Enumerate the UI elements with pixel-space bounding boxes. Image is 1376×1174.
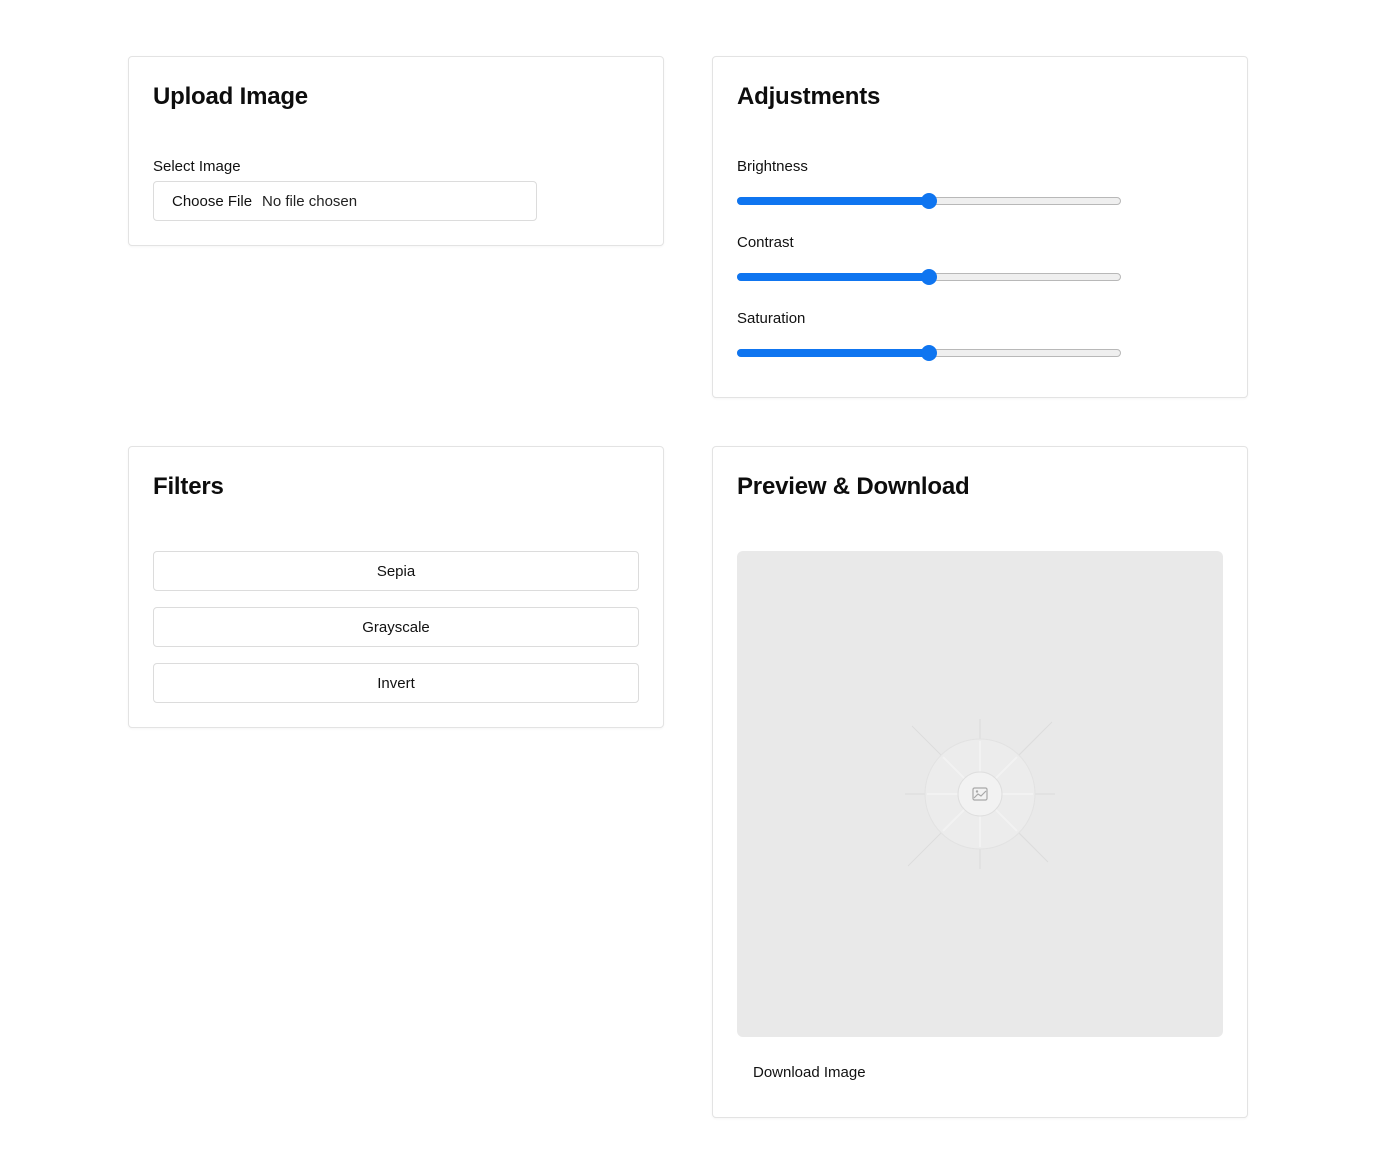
brightness-label: Brightness <box>737 158 808 175</box>
upload-title: Upload Image <box>153 83 308 110</box>
image-placeholder-icon <box>905 719 1055 869</box>
filters-title: Filters <box>153 473 224 500</box>
select-image-label: Select Image <box>153 158 241 175</box>
brightness-slider[interactable] <box>737 193 1121 209</box>
invert-button[interactable]: Invert <box>153 663 639 703</box>
filters-card: Filters Sepia Grayscale Invert <box>128 446 664 728</box>
sepia-button[interactable]: Sepia <box>153 551 639 591</box>
upload-card: Upload Image Select Image Choose File No… <box>128 56 664 246</box>
adjustments-card: Adjustments Brightness Contrast Saturati… <box>712 56 1248 398</box>
slider-fill <box>737 349 929 357</box>
file-input[interactable]: Choose File No file chosen <box>153 181 537 221</box>
download-image-button[interactable]: Download Image <box>753 1063 866 1083</box>
slider-thumb[interactable] <box>921 193 937 209</box>
saturation-label: Saturation <box>737 310 806 327</box>
image-preview-area <box>737 551 1223 1037</box>
contrast-label: Contrast <box>737 234 794 251</box>
preview-card: Preview & Download Download Image <box>712 446 1248 1118</box>
slider-fill <box>737 197 929 205</box>
slider-thumb[interactable] <box>921 269 937 285</box>
slider-thumb[interactable] <box>921 345 937 361</box>
saturation-slider[interactable] <box>737 345 1121 361</box>
adjustments-title: Adjustments <box>737 83 881 110</box>
contrast-slider[interactable] <box>737 269 1121 285</box>
grayscale-button[interactable]: Grayscale <box>153 607 639 647</box>
choose-file-button[interactable]: Choose File <box>172 193 252 210</box>
file-status-text: No file chosen <box>262 192 358 210</box>
preview-title: Preview & Download <box>737 473 970 500</box>
slider-fill <box>737 273 929 281</box>
